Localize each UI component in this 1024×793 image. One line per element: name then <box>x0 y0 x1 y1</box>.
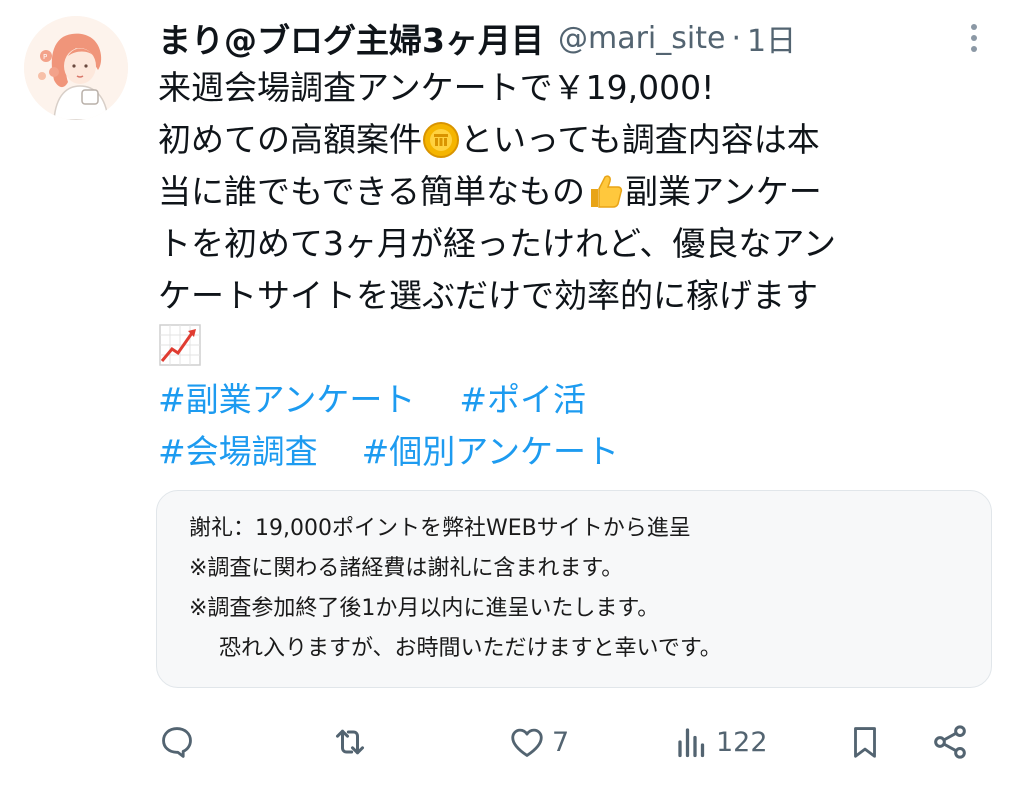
share-icon <box>934 725 966 759</box>
hashtag-link[interactable]: #個別アンケート <box>362 432 619 471</box>
hashtag-list: #副業アンケート #ポイ活 #会場調査 #個別アンケート <box>158 374 619 478</box>
action-bar: 7 122 <box>156 712 984 772</box>
hashtag-link[interactable]: #会場調査 <box>158 432 318 471</box>
thumbs-up-emoji <box>591 175 623 208</box>
reply-icon <box>162 727 192 758</box>
bookmark-button[interactable] <box>846 712 884 772</box>
svg-text:P: P <box>43 53 47 61</box>
like-button[interactable]: 7 <box>508 712 569 772</box>
card-line: 恐れ入りますが、お時間いただけますと幸いです。 <box>219 636 722 661</box>
like-count: 7 <box>552 726 570 758</box>
user-handle[interactable]: @mari_site <box>558 21 725 56</box>
hashtag-link[interactable]: #ポイ活 <box>459 380 586 419</box>
tweet-line: ケートサイトを選ぶだけで効率的に稼げます <box>158 276 818 315</box>
tweet-text: 来週会場調査アンケートで￥19,000! 初めての高額案件 といっても調査内容は… <box>158 62 978 374</box>
display-name[interactable]: まり@ブログ主婦3ヶ月目 <box>158 14 544 62</box>
card-line: 謝礼：19,000ポイントを弊社WEBサイトから進呈 <box>189 516 691 541</box>
timestamp[interactable]: 1日 <box>747 16 796 60</box>
card-line: ※調査に関わる諸経費は謝礼に含まれます。 <box>189 556 624 581</box>
retweet-icon <box>336 729 364 755</box>
share-button[interactable] <box>930 712 970 772</box>
tweet-text-part: といっても調査内容は本 <box>460 120 820 159</box>
analytics-icon <box>678 728 705 758</box>
more-vertical-icon[interactable] <box>954 16 994 60</box>
hashtag-link[interactable]: #副業アンケート <box>158 380 415 419</box>
card-line: ※調査参加終了後1か月以内に進呈いたします。 <box>189 596 660 621</box>
separator-dot: · <box>731 20 741 56</box>
tweet-line: 当に誰でもできる簡単なもの 副業アンケー <box>158 166 978 218</box>
avatar-illustration: P <box>24 16 128 120</box>
hashtag-row: #副業アンケート #ポイ活 <box>158 374 619 426</box>
bookmark-icon <box>854 727 876 758</box>
chart-increasing-emoji <box>159 324 201 366</box>
attached-image-card[interactable]: 謝礼：19,000ポイントを弊社WEBサイトから進呈 ※調査に関わる諸経費は謝礼… <box>156 490 992 688</box>
tweet-line <box>158 322 978 374</box>
tweet-line: トを初めて3ヶ月が経ったけれど、優良なアン <box>158 224 837 263</box>
view-count: 122 <box>716 726 768 758</box>
tweet-text-part: 副業アンケー <box>625 172 822 211</box>
coin-emoji <box>423 122 459 158</box>
tweet-line: 来週会場調査アンケートで￥19,000! <box>158 68 715 107</box>
tweet-text-part: 初めての高額案件 <box>158 120 422 159</box>
tweet-line: 初めての高額案件 といっても調査内容は本 <box>158 114 978 166</box>
reply-button[interactable] <box>158 712 196 772</box>
avatar[interactable]: P <box>24 16 128 120</box>
hashtag-row: #会場調査 #個別アンケート <box>158 426 619 478</box>
retweet-button[interactable] <box>330 712 370 772</box>
tweet-text-part: 当に誰でもできる簡単なもの <box>158 172 586 211</box>
views-button[interactable]: 122 <box>674 712 768 772</box>
heart-icon <box>511 728 543 757</box>
tweet-header: まり@ブログ主婦3ヶ月目 @mari_site · 1日 <box>158 12 994 64</box>
